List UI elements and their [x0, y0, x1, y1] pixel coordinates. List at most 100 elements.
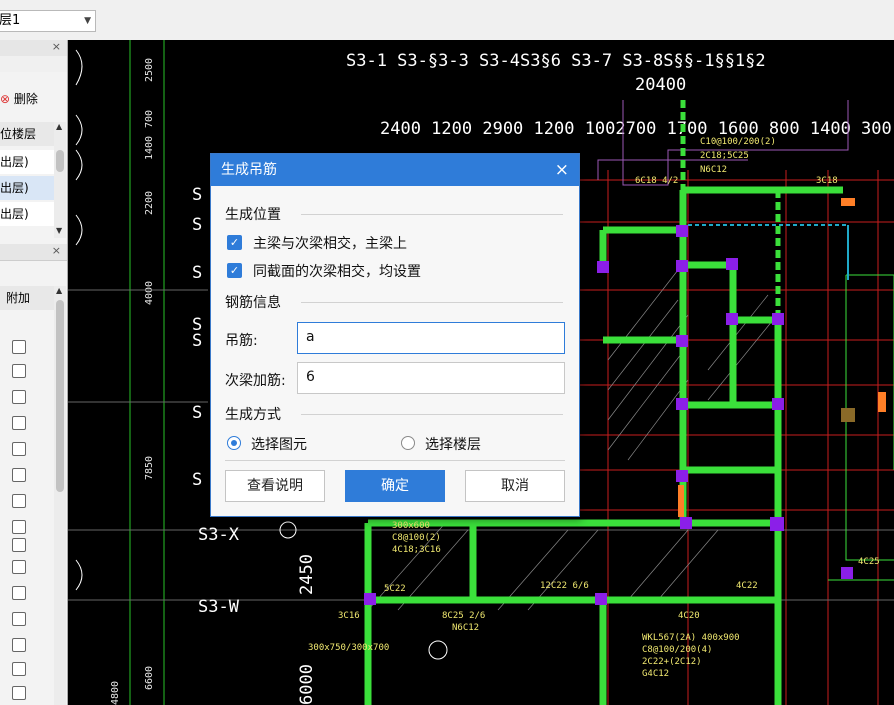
panel-header-top: ×: [0, 40, 67, 57]
scrollbar[interactable]: ▲ ▼: [54, 122, 66, 238]
close-icon[interactable]: ×: [52, 40, 61, 53]
scroll-up-icon[interactable]: ▲: [56, 122, 62, 131]
beam-note: G4C12: [642, 669, 669, 679]
row-checkbox[interactable]: [12, 416, 26, 430]
option2-label: 同截面的次梁相交，均设置: [253, 264, 421, 280]
beam-note: 3C16: [338, 611, 360, 621]
scroll-thumb[interactable]: [56, 300, 64, 492]
radio-select-element-label: 选择图元: [251, 437, 307, 453]
view-help-button[interactable]: 查看说明: [225, 470, 325, 502]
row-checkbox[interactable]: [12, 662, 26, 676]
beam-note: 2C22+(2C12): [642, 657, 702, 667]
close-icon[interactable]: ×: [555, 154, 569, 186]
beam-note: 4C25: [858, 557, 880, 567]
beam-note: 4C22: [736, 581, 758, 591]
section-method: 生成方式: [225, 407, 281, 423]
beam-note: 300x750/300x700: [308, 643, 389, 653]
scroll-thumb[interactable]: [56, 150, 64, 172]
section-rebar: 钢筋信息: [225, 295, 281, 311]
axis-label-x: S3-X: [198, 525, 240, 545]
axis-label-s: S: [192, 215, 202, 235]
radio-select-element[interactable]: [227, 436, 241, 450]
ok-button[interactable]: 确定: [345, 470, 445, 502]
divider: [225, 460, 565, 461]
delete-label: 删除: [13, 92, 38, 106]
cancel-button[interactable]: 取消: [465, 470, 565, 502]
row-checkbox[interactable]: [12, 638, 26, 652]
row-checkbox[interactable]: [12, 442, 26, 456]
check-icon: ✓: [229, 236, 240, 249]
left-dim-1400: 1400: [144, 136, 155, 160]
left-dim-700: 700: [144, 110, 155, 128]
beam-note: C10@100/200(2): [700, 137, 776, 147]
beam-note: 4C18;3C16: [392, 545, 441, 555]
beam-note: 300x600: [392, 521, 430, 531]
row-checkbox[interactable]: [12, 468, 26, 482]
top-axis-labels: S3-1 S3-§3-3 S3-4S3§6 S3-7 S3-8S§§-1§§1§…: [346, 51, 766, 71]
radio-select-floor[interactable]: [401, 436, 415, 450]
scroll-up-icon[interactable]: ▲: [56, 286, 62, 295]
top-toolbar: 层1 ▼: [0, 0, 894, 41]
beam-note: 12C22 6/6: [540, 581, 589, 591]
axis-label-s: S: [192, 185, 202, 205]
hanger-input[interactable]: a: [297, 322, 565, 354]
close-icon[interactable]: ×: [52, 244, 61, 257]
left-panel: × ⊗ 删除 位楼层 出层) 出层) 出层) ▲ ▼ × 附加 ▲: [0, 40, 68, 705]
row-checkbox[interactable]: [12, 494, 26, 508]
radio-select-floor-label: 选择楼层: [425, 437, 481, 453]
left-dim-4000: 4000: [144, 281, 155, 305]
beam-note: 6C18 4/2: [635, 176, 678, 186]
attach-header: 附加: [0, 286, 54, 310]
row-checkbox[interactable]: [12, 586, 26, 600]
beam-note: C8@100/200(4): [642, 645, 712, 655]
row-checkbox[interactable]: [12, 520, 26, 534]
generate-hanger-dialog: 生成吊筋 × 生成位置 ✓ 主梁与次梁相交，主梁上 ✓ 同截面的次梁相交，均设置…: [210, 153, 580, 517]
delete-button[interactable]: ⊗ 删除: [0, 90, 38, 107]
column-header: 位楼层: [0, 122, 54, 146]
beam-note: N6C12: [700, 165, 727, 175]
dim-2450: 2450: [297, 554, 317, 595]
scrollbar[interactable]: ▲: [54, 286, 66, 705]
axis-label-w: S3-W: [198, 597, 240, 617]
divider: [301, 214, 563, 215]
beam-note: 5C22: [384, 584, 406, 594]
list-item[interactable]: 出层): [0, 202, 54, 226]
row-checkbox[interactable]: [12, 612, 26, 626]
floor-select[interactable]: 层1 ▼: [0, 10, 96, 32]
axis-label-s: S: [192, 403, 202, 423]
scroll-down-icon[interactable]: ▼: [56, 226, 62, 235]
option1-label: 主梁与次梁相交，主梁上: [253, 236, 407, 252]
panel-header-bottom: ×: [0, 244, 67, 261]
beam-note: 8C25 2/6: [442, 611, 485, 621]
row-checkbox[interactable]: [12, 686, 26, 700]
list-item[interactable]: 出层): [0, 176, 54, 200]
beam-note: C8@100(2): [392, 533, 441, 543]
panel-toolbar-spacer: [0, 56, 67, 72]
left-dim-2500: 2500: [144, 58, 155, 82]
row-checkbox[interactable]: [12, 538, 26, 552]
secondary-rebar-input[interactable]: 6: [297, 362, 565, 394]
row-checkbox[interactable]: [12, 560, 26, 574]
chevron-down-icon[interactable]: ▼: [84, 11, 91, 31]
row-checkbox[interactable]: [12, 390, 26, 404]
beam-note: 3C18: [816, 176, 838, 186]
dialog-title-bar[interactable]: 生成吊筋 ×: [211, 154, 579, 186]
left-dim-4800: 4800: [110, 681, 121, 705]
beam-note: N6C12: [452, 623, 479, 633]
beam-note: 4C20: [678, 611, 700, 621]
divider: [301, 414, 563, 415]
dimension-row: 2400 1200 2900 1200 1002700 1700 1600 80…: [380, 119, 894, 139]
beam-note: 2C18;5C25: [700, 151, 749, 161]
row-checkbox[interactable]: [12, 364, 26, 378]
row-checkbox[interactable]: [12, 340, 26, 354]
option2-checkbox[interactable]: ✓: [227, 263, 242, 278]
check-icon: ✓: [229, 264, 240, 277]
dialog-title: 生成吊筋: [221, 162, 277, 178]
axis-label-s: S: [192, 331, 202, 351]
list-item[interactable]: 出层): [0, 150, 54, 174]
option1-checkbox[interactable]: ✓: [227, 235, 242, 250]
left-dim-7850: 7850: [144, 456, 155, 480]
dim-6000: 6000: [297, 664, 317, 705]
delete-icon: ⊗: [0, 92, 11, 106]
left-dim-6600: 6600: [144, 666, 155, 690]
